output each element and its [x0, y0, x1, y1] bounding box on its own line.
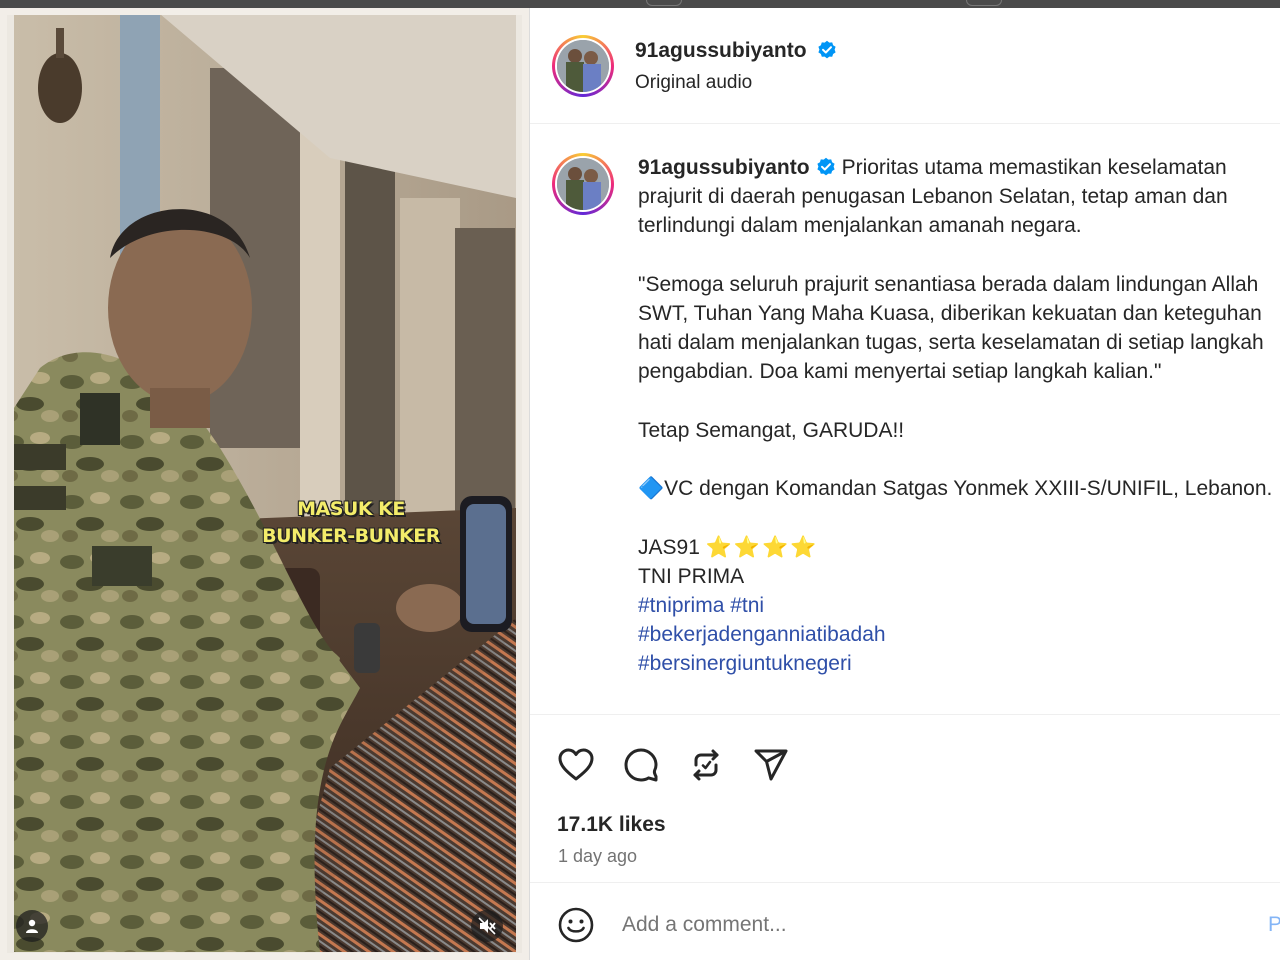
post-timestamp[interactable]: 1 day ago: [558, 846, 637, 867]
signature-line: JAS91 ⭐⭐⭐⭐: [638, 533, 1278, 562]
mute-button[interactable]: [471, 910, 503, 942]
hashtag-line[interactable]: #tniprima #tni: [638, 591, 1278, 620]
avatar-photo: [557, 40, 609, 92]
share-button[interactable]: [749, 743, 793, 787]
verified-badge-icon: [816, 157, 835, 176]
browser-top-bar: [0, 0, 1280, 8]
smiley-icon: [558, 907, 594, 943]
tagged-users-button[interactable]: [16, 910, 48, 942]
repost-icon: [693, 749, 719, 781]
caption-paragraph-4: 🔷VC dengan Komandan Satgas Yonmek XXIII-…: [638, 477, 1273, 501]
post-actions: 17.1K likes 1 day ago: [530, 714, 1280, 889]
signature-text: JAS91: [638, 535, 700, 559]
video-overlay-text: MASUK KE BUNKER-BUNKER: [262, 498, 440, 547]
send-icon: [754, 749, 788, 781]
post-header: 91agussubiyanto Original audio: [530, 8, 1280, 124]
header-username-row: 91agussubiyanto: [635, 39, 837, 63]
repost-button[interactable]: [684, 743, 728, 787]
comment-bubble-icon: [624, 748, 658, 782]
original-audio-link[interactable]: Original audio: [635, 72, 752, 94]
avatar[interactable]: [552, 35, 614, 97]
caption-text: 91agussubiyanto Prioritas utama memastik…: [638, 153, 1278, 679]
likes-count[interactable]: 17.1K likes: [557, 813, 666, 837]
post-comment-button[interactable]: Post: [1268, 913, 1280, 937]
signature-line-2: TNI PRIMA: [638, 564, 745, 588]
verified-badge-icon: [818, 40, 836, 59]
caption-avatar[interactable]: [552, 153, 614, 215]
person-icon: [26, 919, 38, 933]
caption-area: 91agussubiyanto Prioritas utama memastik…: [530, 125, 1280, 715]
bar-handle: [966, 0, 1002, 6]
post-details-panel: 91agussubiyanto Original audio 91agussub…: [529, 8, 1280, 960]
bar-handle: [646, 0, 682, 6]
comment-input[interactable]: [622, 913, 1222, 937]
post-video[interactable]: MASUK KE BUNKER-BUNKER: [0, 8, 529, 960]
emoji-button[interactable]: [554, 903, 598, 947]
comment-bar: Post: [530, 882, 1280, 960]
video-frame-illustration: [0, 8, 529, 960]
hashtag-line[interactable]: #bersinergiuntuknegeri: [638, 649, 1278, 678]
heart-icon: [558, 748, 594, 781]
caption-paragraph-2: "Semoga seluruh prajurit senantiasa bera…: [638, 272, 1264, 384]
header-username[interactable]: 91agussubiyanto: [635, 39, 807, 62]
signature-stars: ⭐⭐⭐⭐: [705, 535, 819, 559]
comment-button[interactable]: [619, 743, 663, 787]
hashtag-line[interactable]: #bekerjadenganniatibadah: [638, 620, 1278, 649]
avatar-photo: [557, 158, 609, 210]
caption-paragraph-3: Tetap Semangat, GARUDA!!: [638, 418, 905, 442]
like-button[interactable]: [554, 743, 598, 787]
speaker-muted-icon: [478, 917, 496, 935]
caption-paragraph: 91agussubiyanto Prioritas utama memastik…: [638, 153, 1278, 241]
caption-username[interactable]: 91agussubiyanto: [638, 156, 810, 179]
